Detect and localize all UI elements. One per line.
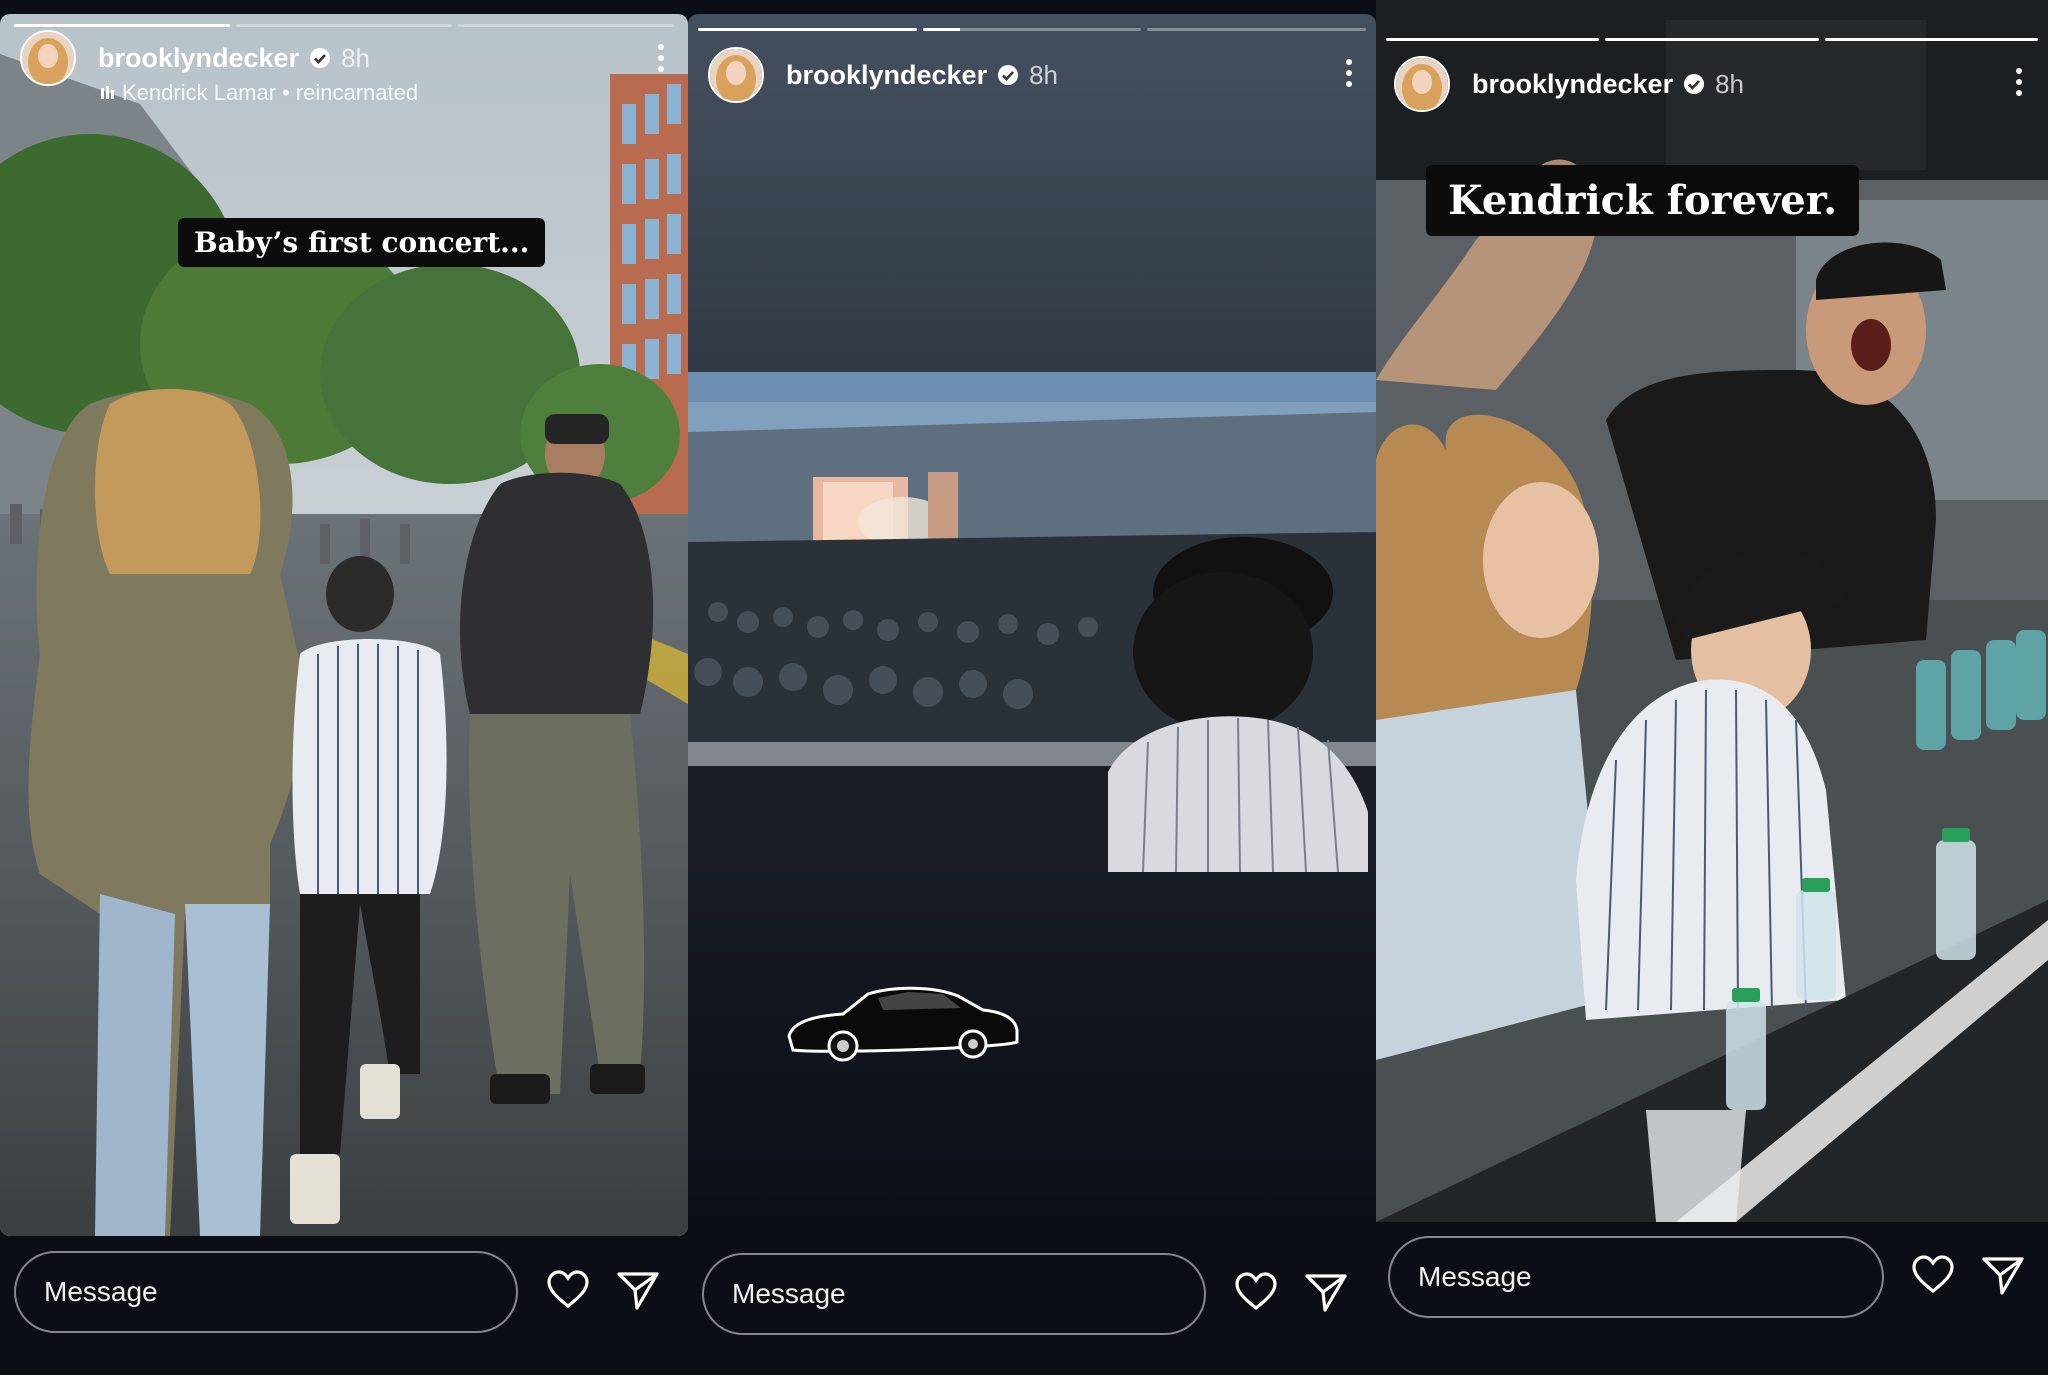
post-time: 8h xyxy=(1029,59,1058,90)
stadium-concert-photo xyxy=(688,372,1376,872)
progress-segment xyxy=(236,24,452,27)
progress-fill xyxy=(14,24,230,27)
story-header-3: brooklyndecker 8h xyxy=(1376,56,2048,112)
story-progress-2 xyxy=(698,28,1367,31)
username[interactable]: brooklyndecker xyxy=(98,43,299,74)
music-separator: • xyxy=(282,80,290,105)
progress-fill xyxy=(922,28,960,31)
progress-segment xyxy=(922,28,1142,31)
progress-segment xyxy=(1386,38,1600,41)
verified-badge-icon xyxy=(309,47,331,69)
verified-badge-icon xyxy=(997,64,1019,86)
send-icon[interactable] xyxy=(1980,1253,2026,1299)
progress-fill xyxy=(698,28,917,31)
progress-segment xyxy=(1824,38,2038,41)
more-options-icon[interactable] xyxy=(658,44,666,72)
progress-fill xyxy=(1605,38,1819,41)
username[interactable]: brooklyndecker xyxy=(1472,69,1673,100)
music-attribution[interactable]: Kendrick Lamar • reincarnated xyxy=(100,80,418,106)
story-panel-1: brooklyndecker 8h Kendrick Lamar • reinc… xyxy=(0,0,688,1375)
story-caption: Baby’s first concert... xyxy=(178,218,546,267)
story-footer-1: Message xyxy=(0,1250,688,1334)
post-time: 8h xyxy=(341,42,370,73)
heart-icon[interactable] xyxy=(1910,1253,1956,1299)
story-panel-3: brooklyndecker 8h Kendrick forever. Mess… xyxy=(1376,0,2048,1375)
story-footer-3: Message xyxy=(1376,1235,2048,1319)
avatar[interactable] xyxy=(20,30,76,86)
progress-fill xyxy=(1824,38,2038,41)
verified-badge-icon xyxy=(1683,73,1705,95)
story-caption: Kendrick forever. xyxy=(1426,165,1860,236)
story-media-1[interactable] xyxy=(0,14,688,1236)
username[interactable]: brooklyndecker xyxy=(786,60,987,91)
story-panel-2: brooklyndecker 8h Message xyxy=(688,0,1376,1375)
avatar[interactable] xyxy=(708,47,764,103)
story-progress-1 xyxy=(14,24,674,27)
progress-fill xyxy=(1386,38,1600,41)
progress-segment xyxy=(698,28,917,31)
progress-segment xyxy=(14,24,230,27)
story-media-2[interactable] xyxy=(688,14,1376,1236)
send-icon[interactable] xyxy=(1303,1270,1349,1316)
more-options-icon[interactable] xyxy=(1346,59,1354,87)
avatar[interactable] xyxy=(1394,56,1450,112)
progress-segment xyxy=(458,24,674,27)
progress-segment xyxy=(1147,28,1367,31)
more-options-icon[interactable] xyxy=(2016,68,2024,96)
heart-icon[interactable] xyxy=(1233,1270,1279,1316)
story-header-2: brooklyndecker 8h xyxy=(688,47,1376,103)
story-progress-3 xyxy=(1386,38,2038,41)
heart-icon[interactable] xyxy=(545,1268,591,1314)
music-track: reincarnated xyxy=(295,80,419,105)
message-input[interactable]: Message xyxy=(14,1251,518,1333)
message-input[interactable]: Message xyxy=(702,1253,1206,1335)
message-input[interactable]: Message xyxy=(1388,1236,1884,1318)
music-bars-icon xyxy=(101,86,114,99)
progress-segment xyxy=(1605,38,1819,41)
car-sticker-icon xyxy=(787,986,1019,1062)
send-icon[interactable] xyxy=(615,1268,661,1314)
story-footer-2: Message xyxy=(688,1252,1376,1336)
music-artist: Kendrick Lamar xyxy=(122,80,277,105)
story-header-1: brooklyndecker 8h xyxy=(0,30,688,86)
post-time: 8h xyxy=(1715,68,1744,99)
concert-walk-photo xyxy=(0,14,688,1236)
